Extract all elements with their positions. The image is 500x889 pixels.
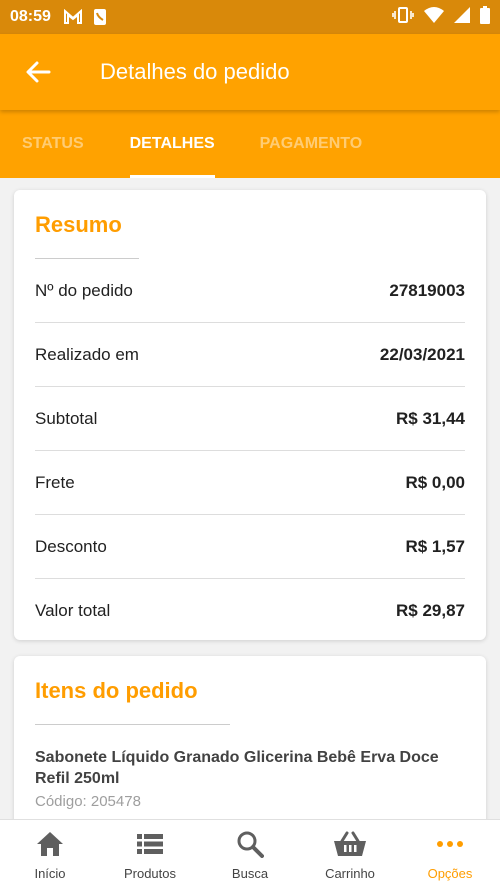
status-time: 08:59 [10,8,51,25]
status-bar: 08:59 [0,0,500,34]
tab-bar: STATUS DETALHES PAGAMENTO [0,110,500,178]
summary-title: Resumo [35,212,122,237]
row-label: Valor total [35,601,111,620]
nav-label: Produtos [123,866,177,881]
more-icon [436,830,464,858]
signal-icon [454,6,470,28]
item-name: Sabonete Líquido Granado Glicerina Bebê … [35,749,439,787]
nav-busca[interactable]: Busca [200,820,300,889]
bottom-nav: Início Produtos Busca Carrinho Opções [0,819,500,889]
search-icon [236,830,264,858]
summary-row-discount: Desconto R$ 1,57 [35,515,465,579]
nav-label: Busca [231,866,269,881]
tab-pagamento[interactable]: PAGAMENTO [260,110,363,178]
wifi-icon [424,6,444,28]
summary-row-order-number: Nº do pedido 27819003 [35,259,465,323]
arrow-back-icon [26,61,51,83]
row-label: Frete [35,472,75,492]
back-button[interactable] [8,42,68,102]
items-title: Itens do pedido [35,678,198,703]
row-label: Desconto [35,536,107,556]
page-title: Detalhes do pedido [100,59,290,84]
basket-icon [333,830,367,858]
row-value: 27819003 [389,280,465,300]
gmail-icon [63,9,83,25]
nav-inicio[interactable]: Início [0,820,100,889]
app-bar: Detalhes do pedido [0,34,500,110]
row-label: Subtotal [35,408,98,428]
summary-card: Resumo Nº do pedido 27819003 Realizado e… [14,190,486,640]
nav-opcoes[interactable]: Opções [400,820,500,889]
battery-icon [480,5,490,29]
summary-row-total: Valor total R$ 29,87 [35,579,465,643]
tab-detalhes[interactable]: DETALHES [129,110,215,178]
row-label: Nº do pedido [35,280,133,300]
nav-label: Início [34,866,66,881]
row-value: R$ 31,44 [396,408,465,428]
list-icon [136,830,164,858]
summary-row-shipping: Frete R$ 0,00 [35,451,465,515]
list-item[interactable]: Sabonete Líquido Granado Glicerina Bebê … [14,747,486,810]
nav-label: Opções [427,866,473,881]
row-value: R$ 29,87 [396,601,465,620]
row-label: Realizado em [35,344,139,364]
vibrate-icon [392,6,414,29]
row-value: R$ 1,57 [405,536,465,556]
summary-row-subtotal: Subtotal R$ 31,44 [35,387,465,451]
phone-app-icon [93,8,107,26]
tab-status[interactable]: STATUS [22,110,84,178]
home-icon [36,830,64,858]
nav-label: Carrinho [325,866,375,881]
row-value: R$ 0,00 [405,472,465,492]
summary-row-date: Realizado em 22/03/2021 [35,323,465,387]
title-divider [35,724,230,725]
item-code: Código: 205478 [35,793,141,810]
nav-carrinho[interactable]: Carrinho [300,820,400,889]
row-value: 22/03/2021 [379,344,465,364]
nav-produtos[interactable]: Produtos [100,820,200,889]
